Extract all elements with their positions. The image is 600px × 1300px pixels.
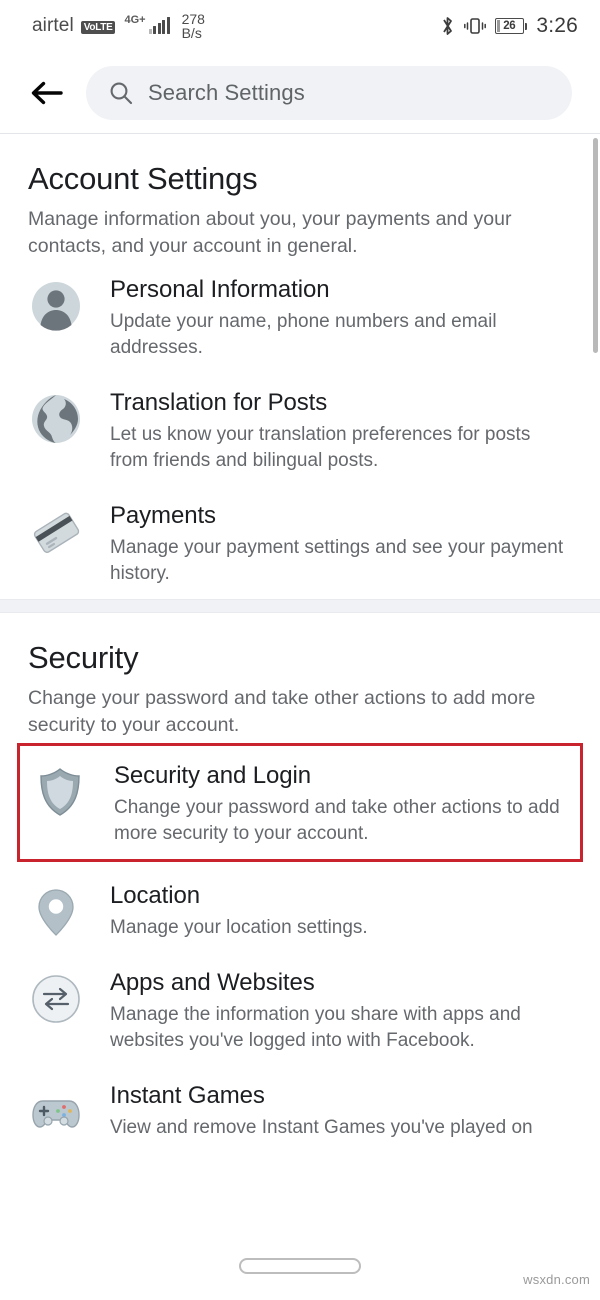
credit-card-icon <box>24 500 88 558</box>
status-bar-left: airtel VoLTE 4G+ 278 B/s <box>32 12 205 40</box>
network-generation-label: 4G+ <box>124 14 146 26</box>
signal-strength-icon <box>148 17 170 34</box>
list-item-title: Translation for Posts <box>110 389 328 416</box>
status-bar-right: 26 3:26 <box>440 14 578 38</box>
account-settings-header: Account Settings Manage information abou… <box>0 134 600 260</box>
section-account-settings: Account Settings Manage information abou… <box>0 134 600 599</box>
search-placeholder-text: Search Settings <box>148 79 305 105</box>
list-item-subtitle: Manage the information you share with ap… <box>110 1004 521 1051</box>
data-speed-indicator: 278 B/s <box>182 12 205 40</box>
bottom-nav-area: wsxdn.com <box>0 1233 600 1295</box>
personal-information-text: Personal Information Update your name, p… <box>88 274 576 361</box>
list-item-subtitle: Update your name, phone numbers and emai… <box>110 311 497 358</box>
battery-icon: 26 <box>494 18 528 34</box>
list-item-title: Instant Games <box>110 1082 265 1109</box>
data-speed-value: 278 <box>181 11 205 27</box>
list-item-security-and-login[interactable]: Security and Login Change your password … <box>17 743 583 862</box>
home-gesture-bar[interactable] <box>239 1258 361 1274</box>
page-title: Account Settings <box>28 161 258 196</box>
list-item-subtitle: Manage your location settings. <box>110 917 368 938</box>
phone-screen: airtel VoLTE 4G+ 278 B/s 26 3:26 Search … <box>0 0 600 1300</box>
watermark-label: wsxdn.com <box>523 1272 590 1287</box>
volte-badge: VoLTE <box>80 20 116 34</box>
section-divider <box>0 599 600 613</box>
back-button[interactable] <box>26 72 68 114</box>
security-title: Security <box>28 640 139 675</box>
status-bar-clock: 3:26 <box>536 14 578 37</box>
security-description: Change your password and take other acti… <box>28 687 536 736</box>
vibrate-icon <box>463 15 486 37</box>
carrier-label: airtel <box>32 15 74 36</box>
list-item-subtitle: Manage your payment settings and see you… <box>110 537 564 584</box>
list-item-title: Security and Login <box>114 762 311 789</box>
globe-icon <box>24 387 88 445</box>
list-item-payments[interactable]: Payments Manage your payment settings an… <box>0 486 600 599</box>
search-header: Search Settings <box>0 52 600 134</box>
list-item-title: Payments <box>110 502 216 529</box>
shield-icon <box>28 760 92 818</box>
list-item-title: Personal Information <box>110 276 330 303</box>
section-security: Security Change your password and take o… <box>0 613 600 1153</box>
list-item-personal-information[interactable]: Personal Information Update your name, p… <box>0 260 600 373</box>
list-item-title: Apps and Websites <box>110 969 315 996</box>
apps-and-websites-text: Apps and Websites Manage the information… <box>88 967 576 1054</box>
location-text: Location Manage your location settings. <box>88 880 576 941</box>
list-item-apps-and-websites[interactable]: Apps and Websites Manage the information… <box>0 953 600 1066</box>
list-item-subtitle: Let us know your translation preferences… <box>110 424 531 471</box>
search-input[interactable]: Search Settings <box>86 65 572 120</box>
list-item-subtitle: Change your password and take other acti… <box>114 797 560 844</box>
security-header: Security Change your password and take o… <box>0 613 600 739</box>
list-item-subtitle: View and remove Instant Games you've pla… <box>110 1117 533 1138</box>
location-pin-icon <box>24 880 88 938</box>
two-way-arrows-icon <box>24 967 88 1025</box>
settings-scroll-area[interactable]: Account Settings Manage information abou… <box>0 134 600 1295</box>
gamepad-icon <box>24 1080 88 1138</box>
status-bar: airtel VoLTE 4G+ 278 B/s 26 3:26 <box>0 0 600 52</box>
list-item-instant-games[interactable]: Instant Games View and remove Instant Ga… <box>0 1066 600 1153</box>
battery-cap <box>524 22 528 30</box>
security-and-login-text: Security and Login Change your password … <box>92 760 572 847</box>
battery-percent-label: 26 <box>503 20 516 32</box>
instant-games-text: Instant Games View and remove Instant Ga… <box>88 1080 576 1141</box>
person-avatar-icon <box>24 274 88 332</box>
search-icon <box>108 80 134 106</box>
data-speed-unit: B/s <box>181 25 202 41</box>
battery-body: 26 <box>494 18 524 34</box>
account-settings-description: Manage information about you, your payme… <box>28 208 512 257</box>
list-item-location[interactable]: Location Manage your location settings. <box>0 866 600 953</box>
translation-for-posts-text: Translation for Posts Let us know your t… <box>88 387 576 474</box>
list-item-title: Location <box>110 882 200 909</box>
bluetooth-icon <box>440 15 455 37</box>
list-item-translation-for-posts[interactable]: Translation for Posts Let us know your t… <box>0 373 600 486</box>
payments-text: Payments Manage your payment settings an… <box>88 500 576 587</box>
